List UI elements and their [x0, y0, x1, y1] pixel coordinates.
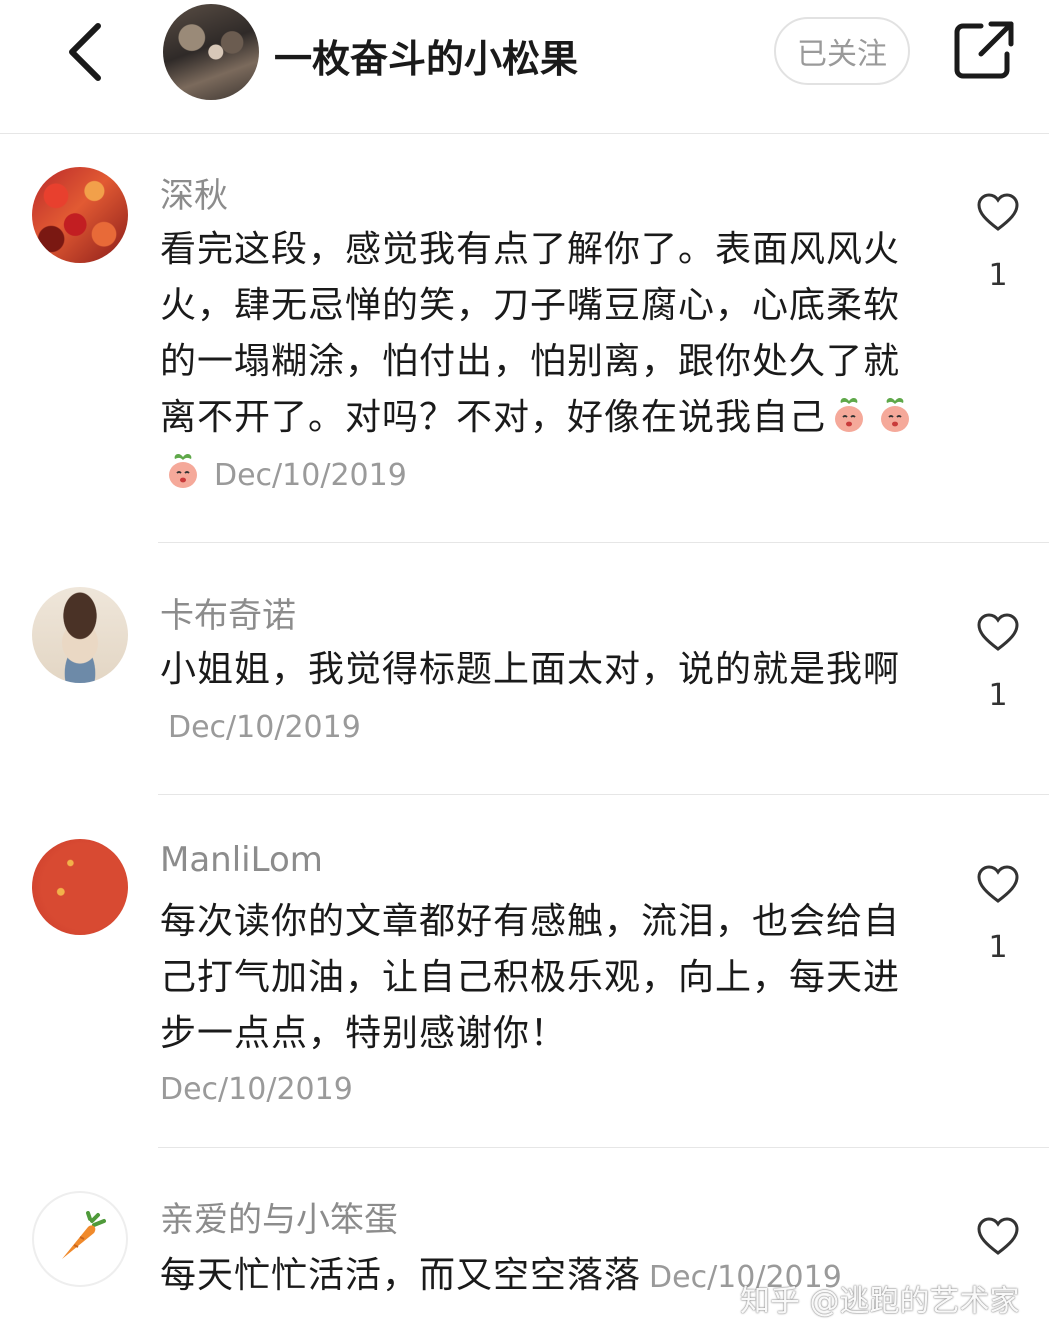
comment-date: Dec/10/2019	[160, 1072, 353, 1107]
comment-date: Dec/10/2019	[168, 710, 361, 745]
like-count: 1	[988, 678, 1008, 713]
commenter-avatar[interactable]	[32, 839, 128, 935]
commenter-avatar[interactable]	[32, 1191, 128, 1287]
author-avatar[interactable]	[163, 4, 259, 100]
heart-icon	[977, 1217, 1019, 1255]
comment-date: Dec/10/2019	[214, 458, 407, 493]
comment-body: 看完这段，感觉我有点了解你了。表面风风火火，肆无忌惮的笑，刀子嘴豆腐心，心底柔软…	[160, 229, 901, 438]
watermark: 知乎 @逃跑的艺术家	[740, 1284, 1020, 1319]
peach-emoji-icon	[881, 397, 910, 432]
comment-text: 看完这段，感觉我有点了解你了。表面风风火火，肆无忌惮的笑，刀子嘴豆腐心，心底柔软…	[160, 222, 930, 504]
like-count: 1	[988, 258, 1008, 293]
comment-body: 每次读你的文章都好有感触，流泪，也会给自己打气加油，让自己积极乐观，向上，每天进…	[160, 901, 901, 1054]
back-button[interactable]	[62, 20, 112, 84]
like-count: 1	[988, 930, 1008, 965]
commenter-name[interactable]: 深秋	[160, 168, 228, 217]
chevron-left-icon	[69, 23, 101, 81]
heart-icon	[977, 193, 1019, 231]
comment-body: 每天忙忙活活，而又空空落落	[160, 1255, 642, 1296]
comment-text: 每次读你的文章都好有感触，流泪，也会给自己打气加油，让自己积极乐观，向上，每天进…	[160, 894, 930, 1118]
commenter-avatar[interactable]	[32, 587, 128, 683]
heart-icon	[977, 865, 1019, 903]
peach-emoji-icon	[169, 453, 197, 488]
divider	[158, 1147, 1049, 1148]
follow-button[interactable]: 已关注	[774, 17, 910, 85]
commenter-avatar[interactable]	[32, 167, 128, 263]
like-button[interactable]	[976, 864, 1020, 904]
commenter-name[interactable]: ManliLom	[160, 840, 323, 880]
share-button[interactable]	[953, 20, 1015, 82]
comment-text: 小姐姐，我觉得标题上面太对，说的就是我啊 Dec/10/2019	[160, 642, 930, 756]
like-button[interactable]	[976, 612, 1020, 652]
divider	[158, 542, 1049, 543]
like-button[interactable]	[976, 1216, 1020, 1256]
divider	[158, 794, 1049, 795]
commenter-name[interactable]: 亲爱的与小笨蛋	[160, 1192, 398, 1241]
top-bar: 一枚奋斗的小松果 已关注	[0, 0, 1049, 134]
heart-icon	[977, 613, 1019, 651]
carrot-icon	[62, 1211, 106, 1259]
peach-emoji-icon	[835, 397, 864, 432]
comment-body: 小姐姐，我觉得标题上面太对，说的就是我啊	[160, 649, 901, 690]
like-button[interactable]	[976, 192, 1020, 232]
share-icon	[954, 21, 1014, 79]
commenter-name[interactable]: 卡布奇诺	[160, 588, 296, 637]
author-name[interactable]: 一枚奋斗的小松果	[274, 28, 578, 83]
